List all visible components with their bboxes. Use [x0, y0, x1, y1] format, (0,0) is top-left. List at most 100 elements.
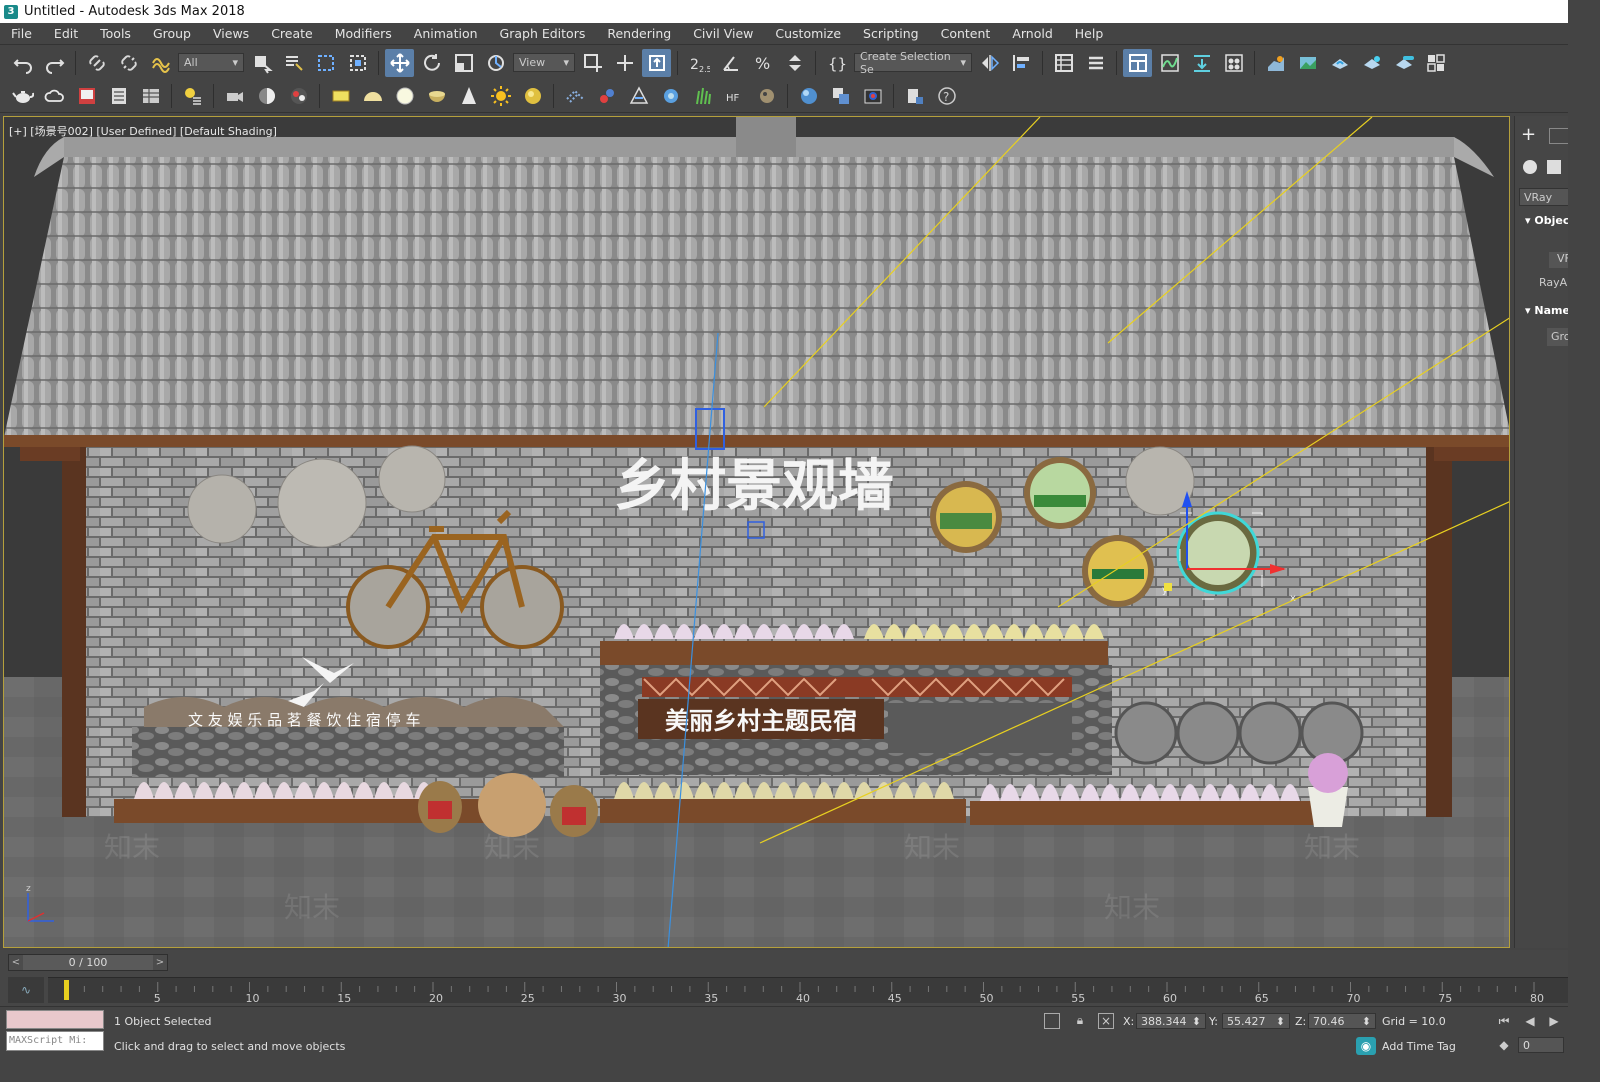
select-scale-icon[interactable] [449, 49, 478, 77]
renderer-dropdown[interactable]: VRay [1519, 188, 1568, 206]
menu-content[interactable]: Content [930, 23, 1002, 45]
menu-rendering[interactable]: Rendering [596, 23, 682, 45]
ref-coord-dropdown[interactable]: View ▾ [513, 53, 575, 72]
render-production-icon[interactable] [1325, 49, 1354, 77]
vray-vfb-icon[interactable] [858, 82, 887, 110]
menu-group[interactable]: Group [142, 23, 202, 45]
viewport-label[interactable]: [+] [场景号002] [User Defined] [Default Sha… [9, 123, 277, 139]
unlink-icon[interactable] [114, 49, 143, 77]
snaps-toggle-icon[interactable]: 2 2.5 [684, 49, 713, 77]
vray-frame-buffer-icon[interactable] [1421, 49, 1450, 77]
maxscript-listener-output[interactable] [6, 1010, 104, 1029]
vray-hair-icon[interactable]: HF [720, 82, 749, 110]
maxscript-mini-listener[interactable]: MAXScript Mi: [6, 1031, 104, 1051]
material-editor-icon[interactable] [1219, 49, 1248, 77]
menu-modifiers[interactable]: Modifiers [324, 23, 403, 45]
current-frame-marker[interactable] [64, 980, 69, 1000]
vray-sphere-icon[interactable] [390, 82, 419, 110]
selection-filter-dropdown[interactable]: All ▾ [178, 53, 244, 72]
menu-file[interactable]: File [0, 23, 43, 45]
vray-dome-icon[interactable] [358, 82, 387, 110]
menu-graph-editors[interactable]: Graph Editors [489, 23, 597, 45]
schematic-view-icon[interactable] [1187, 49, 1216, 77]
vray-object-button-2[interactable]: RayA [1539, 276, 1568, 292]
track-bar[interactable]: 5 10 15 20 25 30 35 40 45 50 55 60 65 70 75 80 [48, 977, 1568, 1005]
sphere-half-icon[interactable] [252, 82, 281, 110]
vray-proxy-icon[interactable] [560, 82, 589, 110]
edit-named-selection-icon[interactable]: {} [822, 49, 851, 77]
time-config-icon[interactable]: ◆ [1496, 1037, 1512, 1053]
absolute-mode-icon[interactable]: × [1098, 1013, 1114, 1029]
menu-tools[interactable]: Tools [89, 23, 142, 45]
vray-decal-icon[interactable] [656, 82, 685, 110]
render-setup-icon[interactable] [1261, 49, 1290, 77]
menu-help[interactable]: Help [1064, 23, 1115, 45]
select-manipulate-icon[interactable] [610, 49, 639, 77]
rollout-object-type[interactable]: ▾ Objec [1525, 214, 1568, 227]
camera-icon[interactable] [220, 82, 249, 110]
current-frame-field[interactable]: 0 [1518, 1037, 1564, 1053]
menu-views[interactable]: Views [202, 23, 260, 45]
curve-editor-icon[interactable] [1155, 49, 1184, 77]
mirror-icon[interactable] [975, 49, 1004, 77]
vray-grass-icon[interactable] [688, 82, 717, 110]
named-selection-dropdown[interactable]: Create Selection Se ▾ [854, 50, 972, 76]
scene-explorer-icon[interactable] [1081, 49, 1110, 77]
play-icon[interactable]: ▶ [1546, 1013, 1562, 1029]
keyboard-shortcut-icon[interactable] [642, 48, 671, 77]
render-frame-icon[interactable] [72, 82, 101, 110]
vray-object-button[interactable]: VF [1549, 252, 1568, 268]
redo-icon[interactable] [40, 49, 69, 77]
select-by-name-icon[interactable] [279, 49, 308, 77]
cloud-icon[interactable] [40, 82, 69, 110]
rendered-frame-icon[interactable] [1293, 49, 1322, 77]
z-coordinate-field[interactable]: 70.46 ⬍ [1308, 1013, 1376, 1029]
help-icon[interactable]: ? [932, 82, 961, 110]
select-rotate-icon[interactable] [417, 49, 446, 77]
x-coordinate-field[interactable]: 388.344 ⬍ [1136, 1013, 1206, 1029]
modify-tab-icon[interactable] [1549, 128, 1568, 144]
y-coordinate-field[interactable]: 55.427 ⬍ [1222, 1013, 1290, 1029]
geometry-icon[interactable] [1523, 160, 1537, 174]
select-move-icon[interactable] [385, 48, 414, 77]
menu-arnold[interactable]: Arnold [1001, 23, 1063, 45]
menu-scripting[interactable]: Scripting [852, 23, 930, 45]
object-name-field[interactable]: Gro [1547, 328, 1568, 346]
lock-icon[interactable]: 🔒︎ [1072, 1011, 1088, 1029]
layer-explorer-icon[interactable] [1049, 49, 1078, 77]
window-crossing-icon[interactable] [343, 49, 372, 77]
rectangle-selection-icon[interactable] [311, 49, 340, 77]
percent-snap-icon[interactable]: % [748, 49, 777, 77]
menu-edit[interactable]: Edit [43, 23, 89, 45]
shapes-icon[interactable] [1547, 160, 1561, 174]
time-slider-prev[interactable]: < [9, 955, 23, 970]
menu-customize[interactable]: Customize [764, 23, 852, 45]
menu-create[interactable]: Create [260, 23, 324, 45]
toggle-ribbon-icon[interactable] [1123, 48, 1152, 77]
menu-civil-view[interactable]: Civil View [682, 23, 764, 45]
light-lister-icon[interactable] [178, 82, 207, 110]
time-slider-next[interactable]: > [153, 955, 167, 970]
time-tag-icon[interactable]: ◉ [1356, 1037, 1376, 1055]
select-place-icon[interactable] [481, 49, 510, 77]
vray-ball2-icon[interactable] [752, 82, 781, 110]
teapot-icon[interactable] [8, 82, 37, 110]
vray-render-icon[interactable] [284, 82, 313, 110]
use-pivot-icon[interactable] [578, 49, 607, 77]
layers-icon[interactable] [104, 82, 133, 110]
table-icon[interactable] [136, 82, 165, 110]
bind-space-warp-icon[interactable] [146, 49, 175, 77]
vray-scatter-icon[interactable] [624, 82, 653, 110]
rollout-name-color[interactable]: ▾ Name [1525, 304, 1568, 317]
vray-converter-icon[interactable] [826, 82, 855, 110]
vray-bowl-icon[interactable] [422, 82, 451, 110]
align-icon[interactable] [1007, 49, 1036, 77]
render-iterative-icon[interactable] [1357, 49, 1386, 77]
vray-material-icon[interactable] [794, 82, 823, 110]
vray-cone-icon[interactable] [454, 82, 483, 110]
angle-snap-icon[interactable] [716, 49, 745, 77]
link-icon[interactable] [82, 49, 111, 77]
vray-clip-icon[interactable] [900, 82, 929, 110]
prev-frame-icon[interactable]: ◀ [1522, 1013, 1538, 1029]
vray-sun-icon[interactable] [486, 82, 515, 110]
